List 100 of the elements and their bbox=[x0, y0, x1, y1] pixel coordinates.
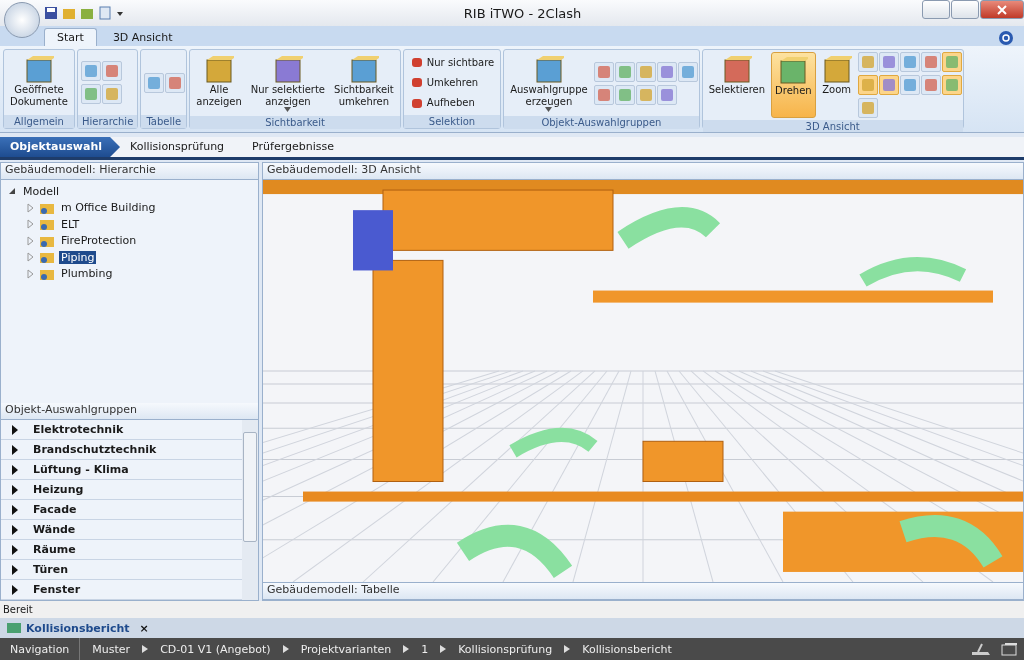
step-tab[interactable]: Objektauswahl bbox=[0, 137, 121, 157]
save-icon[interactable] bbox=[44, 6, 58, 20]
expand-arrow-icon bbox=[11, 424, 19, 435]
expand-arrow-icon bbox=[11, 584, 19, 595]
toolbar-icon[interactable] bbox=[101, 61, 122, 81]
panel-title: Gebäudemodell: Tabelle bbox=[263, 582, 1023, 600]
ribbon-button[interactable]: Nur sichtbare bbox=[406, 53, 498, 72]
breadcrumb-item[interactable]: CD-01 V1 (Angebot) bbox=[156, 642, 275, 656]
ribbon-button[interactable]: Auswahlgruppe erzeugen bbox=[507, 52, 591, 114]
ribbon-button[interactable]: Selektieren bbox=[705, 52, 769, 118]
toolbar-icon[interactable] bbox=[899, 75, 920, 95]
status-text: Bereit bbox=[0, 601, 1024, 618]
toolbar-icon[interactable] bbox=[656, 61, 677, 82]
group-item[interactable]: Lüftung - Klima bbox=[1, 460, 242, 480]
expand-arrow-icon bbox=[11, 444, 19, 455]
ribbon-button[interactable]: Nur selektierte anzeigen bbox=[247, 52, 329, 114]
ribbon-button[interactable]: Sichtbarkeit umkehren bbox=[331, 52, 397, 114]
breadcrumb-item[interactable]: 1 bbox=[417, 642, 433, 656]
toolbar-icon[interactable] bbox=[857, 75, 878, 95]
toolbar-icon[interactable] bbox=[635, 84, 656, 105]
group-label: 3D Ansicht bbox=[702, 120, 963, 132]
arrow-icon bbox=[440, 645, 447, 653]
tree-item[interactable]: Plumbing bbox=[59, 267, 115, 281]
toolbar-icon[interactable] bbox=[144, 72, 165, 93]
toolbar-icon[interactable] bbox=[878, 75, 899, 95]
toolbar-icon[interactable] bbox=[677, 61, 698, 82]
toolbar-icon[interactable] bbox=[614, 61, 635, 82]
document-icon bbox=[6, 621, 22, 635]
close-button[interactable]: × bbox=[139, 621, 149, 635]
toolbar-icon[interactable] bbox=[920, 52, 941, 72]
toolbar-icon[interactable] bbox=[899, 52, 920, 72]
group-label: Hierarchie bbox=[77, 115, 138, 128]
expand-arrow-icon[interactable] bbox=[7, 186, 17, 197]
arrow-icon bbox=[403, 645, 410, 653]
window-icon[interactable] bbox=[1000, 642, 1018, 656]
arrow-icon bbox=[142, 645, 149, 653]
ribbon-button[interactable]: Umkehren bbox=[406, 73, 498, 92]
step-tab[interactable]: Prüfergebnisse bbox=[242, 137, 352, 157]
group-item[interactable]: Facade bbox=[1, 500, 242, 520]
toolbar-icon[interactable] bbox=[80, 84, 101, 104]
3d-model-drawing[interactable] bbox=[263, 180, 1023, 582]
ribbon-button[interactable]: Alle anzeigen bbox=[193, 52, 245, 114]
toolbar-icon[interactable] bbox=[941, 75, 962, 95]
toolbar-icon[interactable] bbox=[101, 84, 122, 104]
toolbar-icon[interactable] bbox=[857, 98, 878, 118]
document-tab[interactable]: Kollisionsbericht × bbox=[0, 618, 155, 638]
step-tab[interactable]: Kollisionsprüfung bbox=[120, 137, 243, 157]
group-item[interactable]: Fenster bbox=[1, 580, 242, 600]
toolbar-icon[interactable] bbox=[80, 61, 101, 81]
tree-item[interactable]: FireProtection bbox=[59, 234, 139, 248]
ribbon-button[interactable]: Aufheben bbox=[406, 93, 498, 112]
group-item[interactable]: Räume bbox=[1, 540, 242, 560]
breadcrumb-item[interactable]: Kollisionsprüfung bbox=[454, 642, 557, 656]
window-title: RIB iTWO - 2Clash bbox=[462, 5, 583, 21]
tree-item[interactable]: ELT bbox=[59, 217, 82, 231]
panel-title: Gebäudemodell: 3D Ansicht bbox=[263, 163, 1023, 180]
ribbon-tab[interactable]: Start bbox=[44, 28, 97, 46]
group-item[interactable]: Elektrotechnik bbox=[1, 420, 242, 440]
group-label: Objekt-Auswahlgruppen bbox=[504, 116, 699, 129]
tree-item[interactable]: Modell bbox=[21, 184, 62, 198]
toolbar-icon[interactable] bbox=[635, 61, 656, 82]
breadcrumb-item[interactable]: Muster bbox=[88, 642, 135, 656]
scrollbar[interactable] bbox=[242, 420, 258, 600]
toolbar-icon[interactable] bbox=[614, 84, 635, 105]
close-icon bbox=[997, 4, 1007, 15]
ribbon-tab[interactable]: 3D Ansicht bbox=[100, 29, 185, 46]
group-item[interactable]: Brandschutztechnik bbox=[1, 440, 242, 460]
folder-icon bbox=[39, 250, 55, 265]
group-label: Sichtbarkeit bbox=[190, 116, 400, 129]
ribbon-button[interactable]: Zoom bbox=[818, 52, 855, 118]
toolbar-icon[interactable] bbox=[165, 72, 186, 93]
expand-arrow-icon bbox=[11, 524, 19, 535]
group-item[interactable]: Heizung bbox=[1, 480, 242, 500]
ribbon-button[interactable]: Geöffnete Dokumente bbox=[7, 52, 71, 113]
toolbar-icon[interactable] bbox=[857, 52, 878, 72]
minimize-button[interactable] bbox=[922, 0, 950, 19]
breadcrumb-item[interactable]: Kollisionsbericht bbox=[578, 642, 676, 656]
toolbar-icon[interactable] bbox=[593, 84, 614, 105]
toolbar-icon[interactable] bbox=[920, 75, 941, 95]
toolbar-icon[interactable] bbox=[878, 52, 899, 72]
toolbar-icon[interactable] bbox=[941, 52, 962, 72]
breadcrumb-item[interactable]: Projektvarianten bbox=[296, 642, 396, 656]
help-icon[interactable] bbox=[998, 30, 1014, 46]
toolbar-icon[interactable] bbox=[593, 61, 614, 82]
tree-item[interactable]: Piping bbox=[59, 250, 97, 264]
group-item[interactable]: Türen bbox=[1, 560, 242, 580]
toolbar-icon[interactable] bbox=[656, 84, 677, 105]
expand-arrow-icon bbox=[11, 564, 19, 575]
expand-arrow-icon bbox=[11, 544, 19, 555]
close-button[interactable] bbox=[980, 0, 1024, 19]
group-item[interactable]: Wände bbox=[1, 520, 242, 540]
caret-icon[interactable] bbox=[116, 9, 124, 17]
tree-item[interactable]: m Office Building bbox=[59, 201, 158, 215]
arrow-icon bbox=[564, 645, 571, 653]
arrow-icon bbox=[282, 645, 289, 653]
ribbon-button[interactable]: Drehen bbox=[771, 52, 816, 118]
maximize-button[interactable] bbox=[951, 0, 979, 19]
scrollbar-thumb[interactable] bbox=[243, 432, 257, 542]
breadcrumb-item[interactable]: Navigation bbox=[0, 638, 81, 660]
group-label: Selektion bbox=[403, 115, 501, 128]
